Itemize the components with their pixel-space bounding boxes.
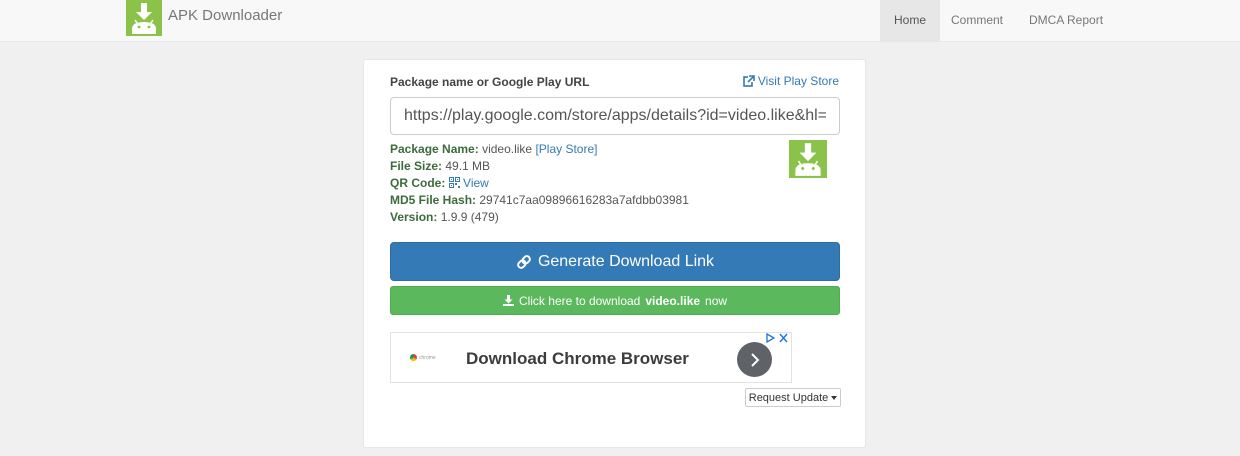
external-link-icon (743, 75, 755, 87)
download-button-suffix: now (705, 293, 728, 308)
file-size-value: 49.1 MB (445, 159, 491, 173)
nav-home[interactable]: Home (880, 0, 941, 42)
download-button-prefix: Click here to download (518, 293, 641, 308)
package-name-label: Package Name: (390, 142, 479, 156)
generate-button-label: Generate Download Link (537, 252, 715, 270)
android-download-logo-icon (126, 0, 162, 36)
ad-logo-text: chrome (419, 354, 436, 361)
ad-arrow-button[interactable] (737, 342, 772, 377)
chevron-right-icon (750, 352, 759, 367)
visit-play-store-link[interactable]: Visit Play Store (743, 74, 839, 88)
play-store-link[interactable]: [Play Store] (535, 142, 597, 156)
link-icon (517, 254, 531, 269)
ad-logo: chrome (410, 354, 436, 361)
package-name-value: video.like (482, 142, 533, 156)
url-field-label: Package name or Google Play URL (390, 75, 590, 89)
nav-dmca-report[interactable]: DMCA Report (1015, 0, 1117, 42)
version-row: Version: 1.9.9 (479) (390, 209, 689, 226)
version-value: 1.9.9 (479) (440, 210, 499, 224)
file-size-row: File Size: 49.1 MB (390, 158, 689, 175)
brand[interactable]: APK Downloader (126, 0, 282, 36)
request-update-label: Request Update (748, 391, 829, 404)
download-button-package: video.like (645, 293, 701, 308)
download-apk-button[interactable]: Click here to download video.like now (390, 286, 840, 315)
qrcode-icon (448, 177, 460, 188)
qr-code-row: QR Code: View (390, 175, 689, 192)
qr-view-label[interactable]: View (463, 176, 489, 190)
ad-choices-icon[interactable] (766, 333, 775, 343)
brand-title[interactable]: APK Downloader (168, 7, 282, 24)
md5-row: MD5 File Hash: 29741c7aa09896616283a7afd… (390, 192, 689, 209)
ad-banner[interactable]: chrome Download Chrome Browser (390, 332, 792, 383)
chrome-logo-icon (410, 354, 417, 361)
ad-close-icon[interactable] (779, 333, 788, 343)
qr-code-label: QR Code: (390, 176, 446, 190)
nav-comment[interactable]: Comment (937, 0, 1017, 42)
md5-label: MD5 File Hash: (390, 193, 477, 207)
request-update-dropdown[interactable]: Request Update (745, 388, 841, 407)
caret-down-icon (831, 395, 838, 400)
package-name-row: Package Name: video.like [Play Store] (390, 141, 689, 158)
visit-play-store-label[interactable]: Visit Play Store (758, 74, 839, 88)
download-icon (502, 295, 514, 306)
md5-value: 29741c7aa09896616283a7afdbb03981 (479, 193, 689, 207)
version-label: Version: (390, 210, 438, 224)
top-navbar: APK Downloader Home Comment DMCA Report (0, 0, 1240, 42)
app-android-icon (789, 140, 827, 178)
qr-view-link[interactable]: View (448, 176, 489, 190)
ad-title[interactable]: Download Chrome Browser (466, 349, 689, 369)
package-info: Package Name: video.like [Play Store] Fi… (390, 141, 689, 226)
ad-choices[interactable] (766, 333, 788, 343)
file-size-label: File Size: (390, 159, 443, 173)
downloader-panel: Package name or Google Play URL Visit Pl… (363, 59, 866, 448)
generate-download-link-button[interactable]: Generate Download Link (390, 242, 840, 281)
url-input[interactable] (390, 97, 840, 135)
